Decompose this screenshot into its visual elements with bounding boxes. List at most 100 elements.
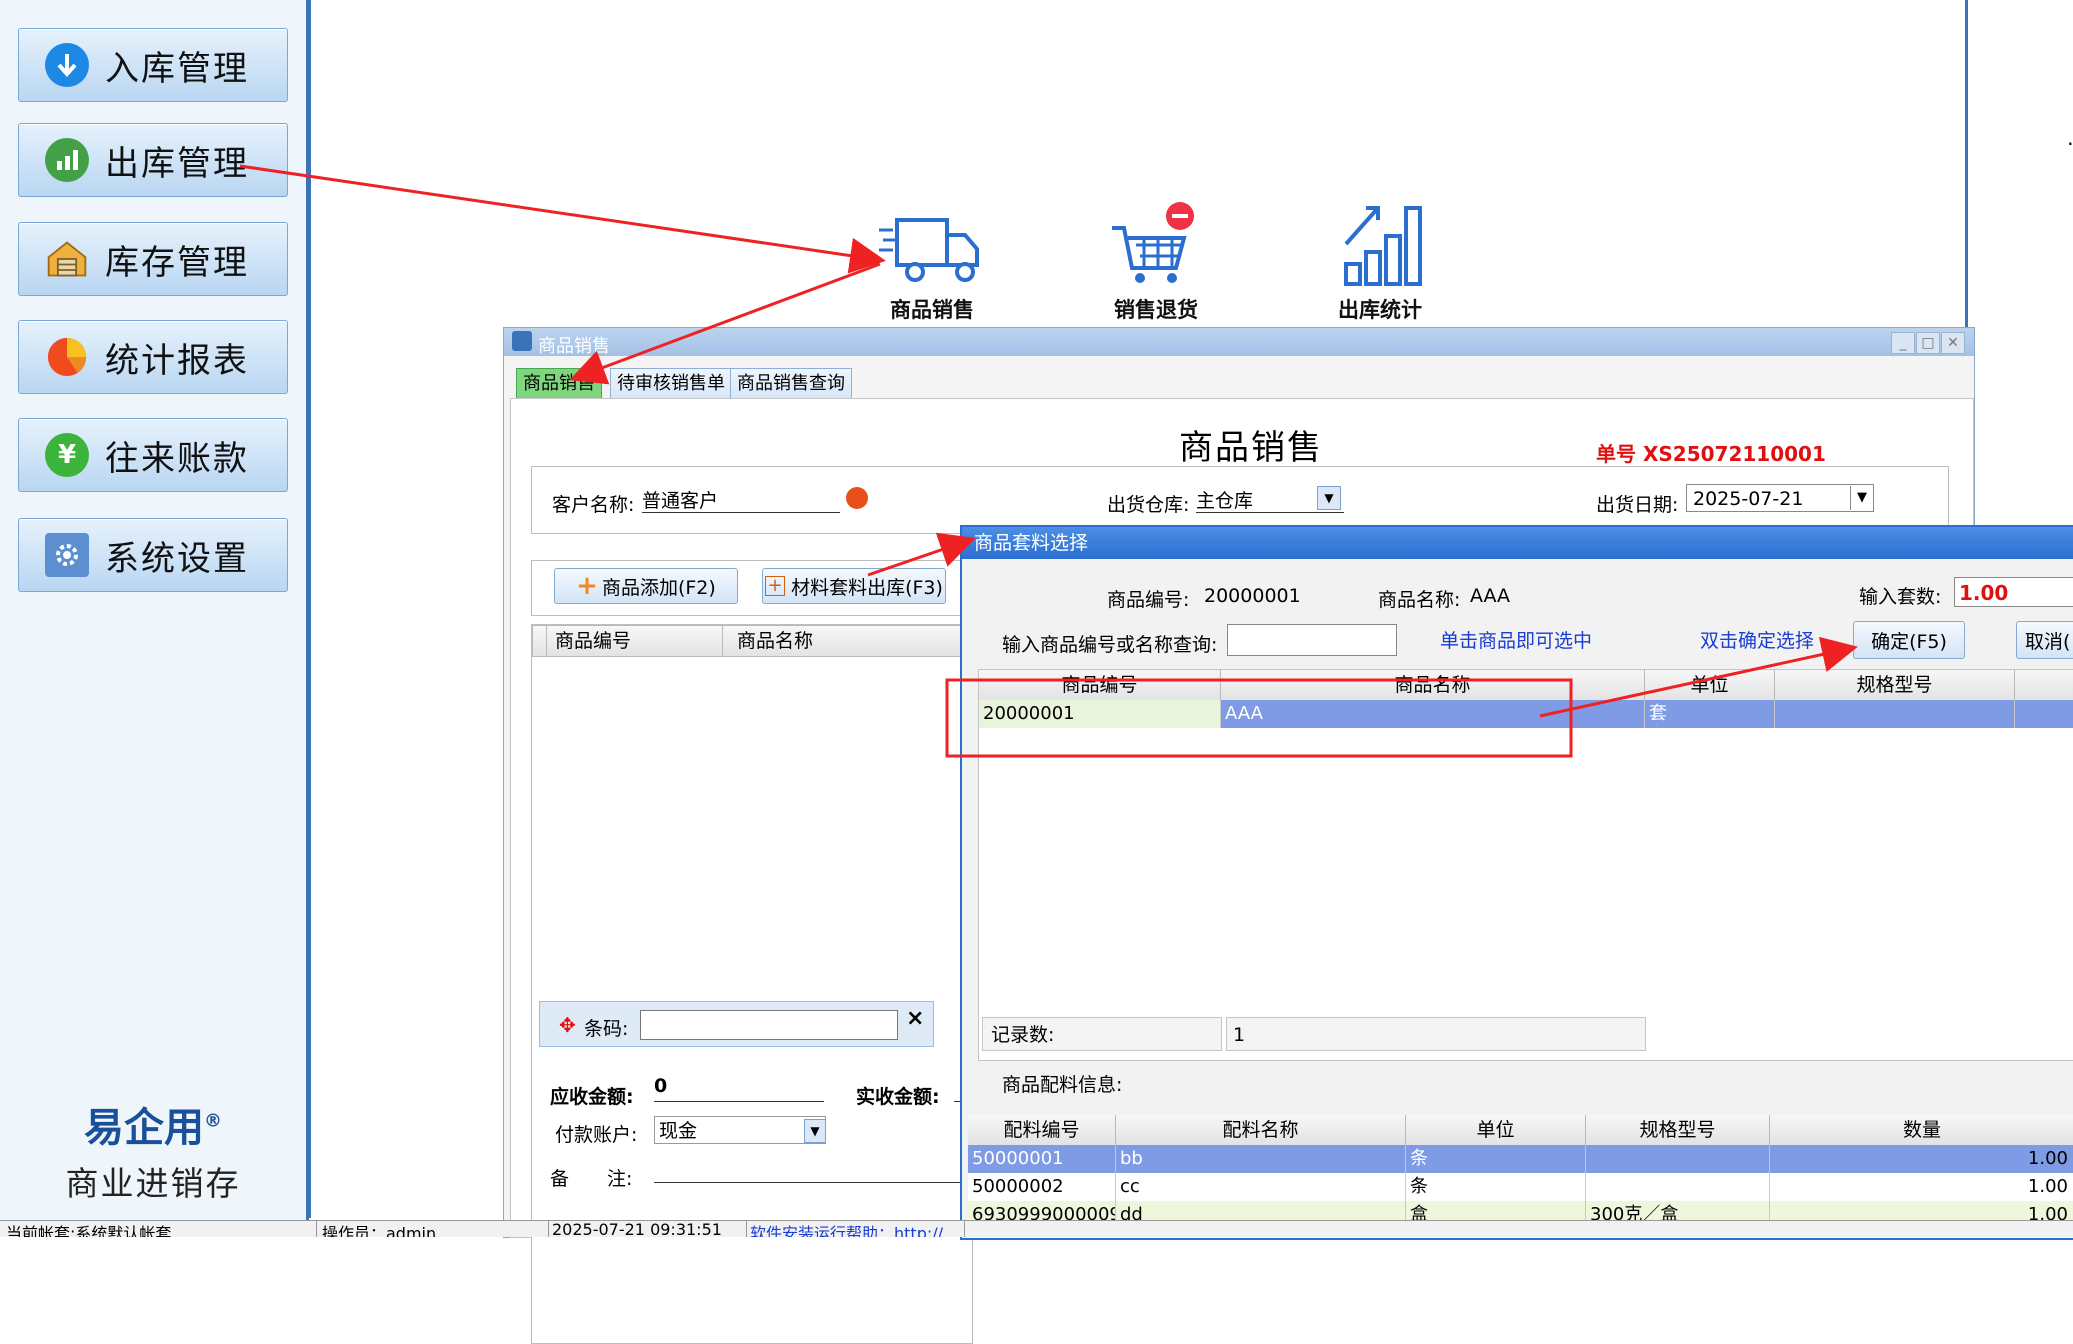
- header-product-code: 商品编号: [979, 670, 1221, 700]
- date-picker[interactable]: 2025-07-21: [1686, 484, 1874, 512]
- sidebar-item-accounts[interactable]: ¥ 往来账款: [18, 418, 288, 492]
- header-part-code: 配料编号: [968, 1115, 1116, 1145]
- qty-input[interactable]: 1.00: [1954, 577, 2073, 607]
- status-operator: 操作员：admin: [318, 1220, 549, 1237]
- sidebar-item-outbound[interactable]: 出库管理: [18, 123, 288, 197]
- truck-icon: [879, 218, 979, 282]
- add-box-icon: +: [765, 576, 786, 596]
- feature-sales[interactable]: 商品销售: [872, 210, 992, 324]
- sidebar-item-reports[interactable]: 统计报表: [18, 320, 288, 394]
- account-select[interactable]: 现金: [654, 1116, 826, 1144]
- brand: 易企用® 商业进销存: [0, 1095, 306, 1205]
- received-label: 实收金额:: [856, 1086, 940, 1108]
- grid-header-code: 商品编号: [546, 625, 732, 657]
- receivable-value: 0: [654, 1075, 824, 1102]
- growth-chart-icon: [1344, 206, 1422, 286]
- sidebar: 入库管理 出库管理 库存管理 统计报表 ¥ 往来账款 系统设置 易企用® 商业进…: [0, 0, 309, 1220]
- warehouse-icon: [45, 237, 89, 281]
- record-label: 记录数:: [982, 1017, 1222, 1051]
- close-button[interactable]: ✕: [1941, 332, 1965, 354]
- receivable-label: 应收金额:: [550, 1086, 634, 1108]
- qty-label: 输入套数:: [1859, 586, 1942, 608]
- order-number: 单号 XS25072110001: [1596, 442, 1826, 466]
- header-spec: 规格型号: [1775, 670, 2015, 700]
- chevron-down-icon[interactable]: ▼: [1317, 486, 1341, 510]
- record-count: 1: [1226, 1017, 1646, 1051]
- header-part-name: 配料名称: [1116, 1115, 1406, 1145]
- app-icon: [512, 331, 532, 351]
- table-row[interactable]: 50000001 bb 条 1.00: [968, 1145, 2073, 1173]
- page-title: 商品销售: [1179, 428, 1323, 468]
- cancel-button[interactable]: 取消(: [2016, 621, 2073, 659]
- sidebar-item-label: 出库管理: [105, 143, 249, 184]
- chevron-down-icon[interactable]: ▼: [1850, 486, 1873, 510]
- name-value: AAA: [1470, 585, 1511, 607]
- cell-unit: 套: [1645, 700, 1775, 728]
- close-icon[interactable]: ×: [906, 1006, 924, 1031]
- barcode-label: 条码:: [584, 1018, 629, 1040]
- sidebar-item-label: 往来账款: [105, 438, 249, 479]
- tab-sales-query[interactable]: 商品销售查询: [730, 368, 852, 400]
- feature-outbound-stats[interactable]: 出库统计: [1320, 200, 1440, 324]
- note-input[interactable]: [654, 1182, 970, 1183]
- table-row[interactable]: 50000002 cc 条 1.00: [968, 1173, 2073, 1201]
- header-unit: 单位: [1645, 670, 1775, 700]
- sidebar-item-label: 库存管理: [105, 242, 249, 283]
- gear-icon: [45, 533, 89, 577]
- status-bar: 当前帐套:系统默认帐套 操作员：admin 2025-07-21 09:31:5…: [0, 1220, 2073, 1237]
- cell-part-qty: 1.00: [1770, 1145, 2073, 1173]
- cell-part-code: 50000002: [968, 1173, 1116, 1201]
- cell-extra: [2015, 700, 2073, 728]
- cell-part-unit: 条: [1406, 1145, 1586, 1173]
- feature-label: 销售退货: [1114, 298, 1198, 322]
- brand-tagline: 商业进销存: [65, 1164, 241, 1203]
- tab-pending-review[interactable]: 待审核销售单: [610, 368, 732, 400]
- header-part-qty: 数量: [1770, 1115, 2073, 1145]
- search-label: 输入商品编号或名称查询:: [1002, 634, 1218, 656]
- move-icon: ✥: [559, 1013, 576, 1037]
- search-icon[interactable]: [846, 487, 868, 509]
- cell-part-name: bb: [1116, 1145, 1406, 1173]
- status-help-link[interactable]: 软件安装运行帮助：http://: [746, 1220, 965, 1237]
- dialog-titlebar[interactable]: 商品套料选择: [962, 527, 2073, 559]
- barcode-input[interactable]: [640, 1010, 898, 1040]
- maximize-button[interactable]: □: [1916, 332, 1940, 354]
- cell-code: 20000001: [979, 700, 1221, 728]
- header-product-name: 商品名称: [1221, 670, 1645, 700]
- window-title: 商品销售: [538, 336, 610, 357]
- arrow-down-icon: [45, 43, 89, 87]
- cell-part-unit: 条: [1406, 1173, 1586, 1201]
- bar-chart-icon: [45, 138, 89, 182]
- hint-double-click: 双击确定选择: [1700, 630, 1815, 652]
- offscreen-fragment: …: [2067, 126, 2073, 150]
- header-part-spec: 规格型号: [1586, 1115, 1770, 1145]
- sidebar-item-settings[interactable]: 系统设置: [18, 518, 288, 592]
- cell-part-name: cc: [1116, 1173, 1406, 1201]
- cart-return-icon: [1112, 202, 1194, 283]
- plus-icon: +: [576, 571, 598, 601]
- name-label: 商品名称:: [1378, 589, 1461, 611]
- minimize-button[interactable]: _: [1891, 332, 1915, 354]
- confirm-button[interactable]: 确定(F5): [1853, 621, 1965, 659]
- search-input[interactable]: [1227, 624, 1397, 656]
- kit-outbound-button[interactable]: + 材料套料出库(F3): [762, 568, 946, 604]
- sidebar-item-label: 入库管理: [105, 48, 249, 89]
- hint-single-click: 单击商品即可选中: [1440, 630, 1593, 652]
- header-part-unit: 单位: [1406, 1115, 1586, 1145]
- status-time: 2025-07-21 09:31:51: [548, 1220, 747, 1237]
- customer-field[interactable]: 普通客户: [642, 486, 840, 513]
- tab-sales[interactable]: 商品销售: [516, 368, 602, 400]
- pie-chart-icon: [45, 335, 89, 379]
- table-row[interactable]: 20000001 AAA 套: [979, 700, 2073, 728]
- date-label: 出货日期:: [1596, 494, 1679, 516]
- header-extra: [2015, 670, 2073, 700]
- dialog-title: 商品套料选择: [974, 532, 1089, 554]
- add-product-button[interactable]: + 商品添加(F2): [554, 568, 738, 604]
- cell-part-spec: [1586, 1145, 1770, 1173]
- sales-window-titlebar[interactable]: 商品销售 _ □ ✕: [504, 328, 1974, 357]
- sidebar-item-inbound[interactable]: 入库管理: [18, 28, 288, 102]
- feature-sales-return[interactable]: 销售退货: [1096, 200, 1216, 324]
- status-account: 当前帐套:系统默认帐套: [2, 1220, 317, 1237]
- sidebar-item-inventory[interactable]: 库存管理: [18, 222, 288, 296]
- chevron-down-icon[interactable]: ▼: [804, 1119, 826, 1143]
